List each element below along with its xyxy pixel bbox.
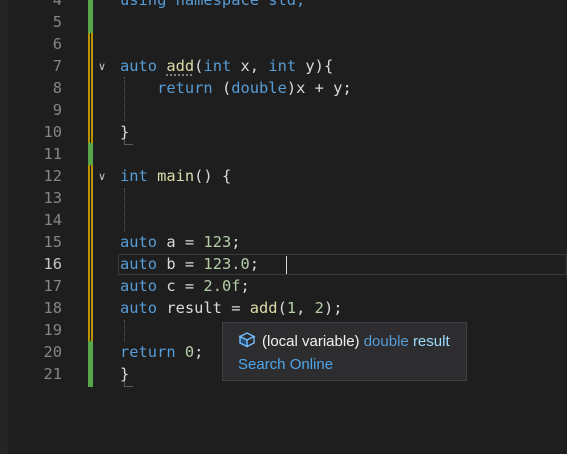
code-token: main [157, 167, 195, 185]
code-line[interactable]: 10} [0, 121, 567, 143]
line-code[interactable]: return (double)x + y; [120, 77, 352, 99]
line-number: 6 [52, 35, 62, 53]
code-line[interactable]: 16 auto b = 123.0; [0, 253, 567, 275]
line-number: 9 [52, 101, 62, 119]
line-code[interactable]: int main() { [120, 165, 231, 187]
code-token: auto [120, 299, 167, 317]
variable-icon [238, 331, 256, 349]
line-number: 5 [52, 13, 62, 31]
code-token: y){ [296, 57, 334, 75]
line-number: 13 [43, 189, 62, 207]
line-number: 10 [43, 123, 62, 141]
code-token: auto [120, 57, 167, 75]
code-token: c = [166, 277, 204, 295]
code-token: 1 [286, 299, 297, 317]
code-token: 2.0f [203, 277, 241, 295]
code-token: x, [231, 57, 269, 75]
line-number: 20 [43, 343, 62, 361]
line-code[interactable]: auto result = add(1, 2); [120, 297, 343, 319]
line-number: 21 [43, 365, 62, 383]
code-token: double [231, 79, 287, 97]
code-token: ; [249, 255, 260, 273]
line-code[interactable]: } [120, 121, 129, 143]
quick-info-prefix: (local variable) [262, 333, 364, 350]
quick-info-tooltip: (local variable) double result Search On… [222, 322, 467, 381]
line-number: 8 [52, 79, 62, 97]
line-number: 15 [43, 233, 62, 251]
fold-toggle-chevron-down-icon[interactable]: ∨ [94, 55, 110, 77]
code-token: auto [120, 233, 167, 251]
line-code[interactable]: using namespace std; [120, 0, 305, 11]
code-line[interactable]: 4 using namespace std; [0, 0, 567, 11]
line-code[interactable]: auto add(int x, int y){ [120, 55, 333, 77]
code-token: 123.0 [203, 255, 250, 273]
code-line[interactable]: 9 [0, 99, 567, 121]
code-token: )x + y; [286, 79, 352, 97]
code-token: ( [277, 299, 287, 317]
code-line[interactable]: 12 int main() { [0, 165, 567, 187]
text-caret [286, 256, 287, 274]
fold-toggle-chevron-down-icon[interactable]: ∨ [94, 165, 110, 187]
line-number: 19 [43, 321, 62, 339]
quick-info-type: double [363, 333, 409, 350]
code-token: ); [323, 299, 343, 317]
code-token: return [157, 79, 213, 97]
code-token: int [203, 57, 232, 75]
code-line[interactable]: 17 auto c = 2.0f; [0, 275, 567, 297]
code-token: () { [194, 167, 232, 185]
code-editor[interactable]: 4 using namespace std; 5 6 7 auto add(int x, … [0, 0, 567, 454]
code-line[interactable]: 14 [0, 209, 567, 231]
line-code[interactable]: auto a = 123; [120, 231, 241, 253]
code-line[interactable]: 15 auto a = 123; [0, 231, 567, 253]
line-code[interactable]: return 0; [120, 341, 203, 363]
code-token: using namespace std; [120, 0, 306, 9]
code-token: , [296, 299, 315, 317]
code-token: 123 [203, 233, 232, 251]
code-token: ; [194, 343, 204, 361]
code-token: auto [120, 255, 167, 273]
line-number: 12 [43, 167, 62, 185]
code-token: result = [166, 299, 250, 317]
code-token: ; [231, 233, 241, 251]
line-code[interactable]: auto b = 123.0; [120, 253, 259, 275]
code-line[interactable]: 11 [0, 143, 567, 165]
line-number: 14 [43, 211, 62, 229]
code-token: add [166, 57, 195, 75]
code-token: auto [120, 277, 167, 295]
line-code[interactable]: auto c = 2.0f; [120, 275, 250, 297]
quick-info-signature: (local variable) double result [238, 331, 450, 351]
line-number: 11 [43, 145, 62, 163]
code-token: int [268, 57, 297, 75]
code-line[interactable]: 7 auto add(int x, int y){ [0, 55, 567, 77]
code-token: b = [166, 255, 204, 273]
line-number: 4 [52, 0, 62, 9]
code-token: ( [212, 79, 232, 97]
line-number: 17 [43, 277, 62, 295]
quick-info-name: result [412, 333, 450, 350]
code-token: int [120, 167, 158, 185]
search-online-link[interactable]: Search Online [238, 356, 333, 373]
code-token: return [120, 343, 185, 361]
code-token: a = [166, 233, 204, 251]
line-code[interactable]: } [120, 363, 129, 385]
code-line[interactable]: 13 [0, 187, 567, 209]
code-token: add [249, 299, 278, 317]
code-token: ; [240, 277, 250, 295]
code-line[interactable]: 8 return (double)x + y; [0, 77, 567, 99]
code-line[interactable]: 6 [0, 33, 567, 55]
code-line[interactable]: 5 [0, 11, 567, 33]
code-token: 0 [184, 343, 195, 361]
code-line[interactable]: 18 auto result = add(1, 2); [0, 297, 567, 319]
code-token: } [120, 365, 130, 383]
line-number: 18 [43, 299, 62, 317]
code-token: } [120, 123, 130, 141]
code-token: 2 [314, 299, 324, 317]
line-number: 16 [43, 255, 62, 273]
line-number: 7 [52, 57, 62, 75]
